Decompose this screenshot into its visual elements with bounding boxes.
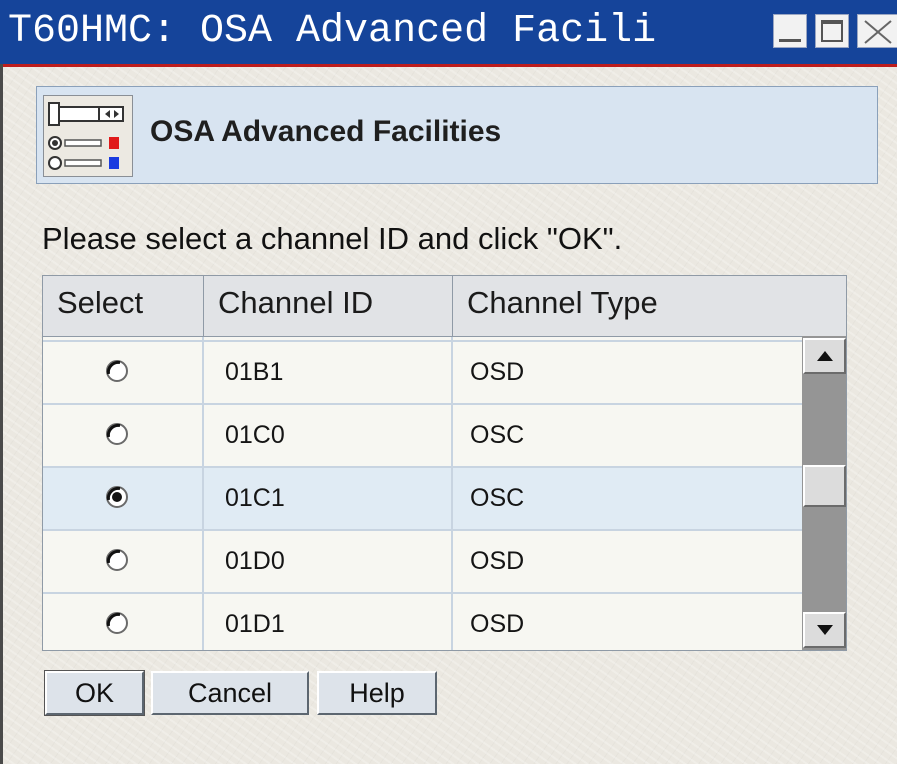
close-button[interactable] — [857, 14, 897, 48]
table-row[interactable]: 01D0 OSD — [43, 531, 802, 594]
channel-type-cell: OSD — [470, 547, 525, 575]
channel-type-cell: OSC — [470, 421, 525, 449]
table-row[interactable]: 01D1 OSD — [43, 594, 802, 650]
column-header-channel-type[interactable]: Channel Type — [453, 276, 846, 336]
channel-type-cell: OSD — [470, 610, 525, 638]
channel-type-cell: OSC — [470, 484, 525, 512]
ok-button[interactable]: OK — [44, 670, 145, 716]
channel-id-cell: 01C1 — [204, 468, 453, 529]
table-row-selected[interactable]: 01C1 OSC — [43, 468, 802, 531]
radio-button[interactable] — [105, 548, 129, 572]
radio-button[interactable] — [105, 422, 129, 446]
select-cell — [43, 468, 204, 529]
radio-button[interactable] — [105, 359, 129, 383]
channel-table: 01B0 OSD 01B1 OSD — [42, 275, 847, 651]
table-row[interactable]: 01B1 OSD — [43, 342, 802, 405]
maximize-button[interactable] — [815, 14, 849, 48]
minimize-button[interactable] — [773, 14, 807, 48]
window-left-border — [0, 64, 3, 764]
maximize-icon — [821, 20, 843, 42]
column-header-channel-id[interactable]: Channel ID — [204, 276, 453, 336]
radio-button-checked[interactable] — [105, 485, 129, 509]
dialog-header: OSA Advanced Facilities — [36, 86, 878, 184]
channel-type-cell: OSD — [470, 358, 525, 386]
column-header-select[interactable]: Select — [43, 276, 204, 336]
select-cell — [43, 405, 204, 466]
dialog-window: T60HMC: OSA Advanced Facili OSA Advanced… — [0, 0, 897, 764]
select-cell — [43, 531, 204, 592]
instruction-text: Please select a channel ID and click "OK… — [42, 221, 623, 256]
select-cell — [43, 342, 204, 403]
cancel-button[interactable]: Cancel — [151, 671, 309, 715]
minimize-icon — [779, 39, 801, 42]
channel-panel-icon — [43, 95, 133, 177]
vertical-scrollbar[interactable] — [802, 336, 846, 650]
channel-id-cell: 01D0 — [204, 531, 453, 592]
help-button[interactable]: Help — [317, 671, 437, 715]
window-title: T60HMC: OSA Advanced Facili — [8, 9, 657, 54]
scroll-up-button[interactable] — [803, 338, 846, 374]
channel-id-cell: 01B1 — [204, 342, 453, 403]
table-row[interactable]: 01C0 OSC — [43, 405, 802, 468]
channel-id-cell: 01C0 — [204, 405, 453, 466]
channel-id-cell: 01D1 — [204, 594, 453, 650]
dialog-heading: OSA Advanced Facilities — [150, 115, 502, 148]
scrollbar-thumb[interactable] — [803, 465, 846, 507]
title-bar[interactable]: T60HMC: OSA Advanced Facili — [0, 0, 897, 67]
select-cell — [43, 594, 204, 650]
close-icon — [864, 20, 892, 44]
arrow-down-icon — [817, 625, 833, 635]
scroll-down-button[interactable] — [803, 612, 846, 648]
arrow-up-icon — [817, 351, 833, 361]
radio-button[interactable] — [105, 611, 129, 635]
table-header: Select Channel ID Channel Type — [43, 276, 846, 337]
